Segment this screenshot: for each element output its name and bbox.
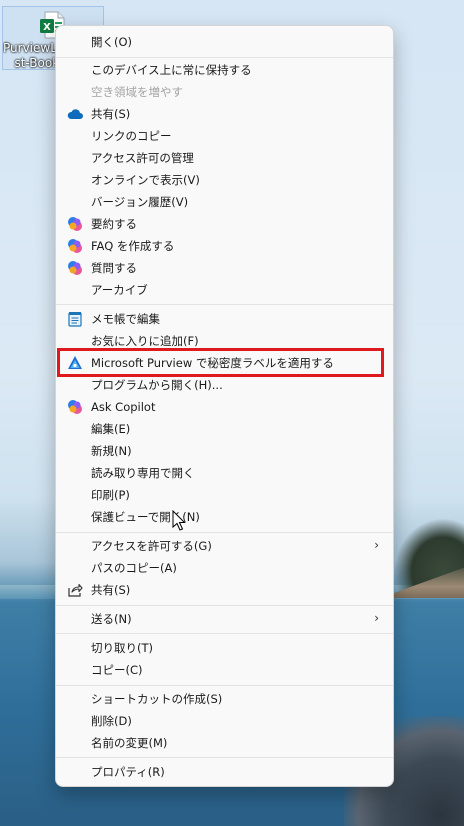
menu-item-copy-path[interactable]: パスのコピー(A) bbox=[60, 557, 389, 579]
menu-item-onedrive-share[interactable]: 共有(S) bbox=[60, 103, 389, 125]
menu-item-label: 印刷(P) bbox=[91, 488, 130, 502]
menu-item-give-access[interactable]: アクセスを許可する(G) › bbox=[60, 535, 389, 557]
menu-item-label: アーカイブ bbox=[91, 283, 148, 297]
menu-item-new[interactable]: 新規(N) bbox=[60, 440, 389, 462]
menu-separator bbox=[56, 532, 393, 533]
menu-item-label: 共有(S) bbox=[91, 583, 131, 597]
menu-item-label: Microsoft Purview で秘密度ラベルを適用する bbox=[91, 356, 334, 370]
menu-item-open-protected-view[interactable]: 保護ビューで開く(N) bbox=[60, 506, 389, 528]
menu-item-label: FAQ を作成する bbox=[91, 239, 175, 253]
menu-item-label: 送る(N) bbox=[91, 612, 132, 626]
menu-item-open-with[interactable]: プログラムから開く(H)... bbox=[60, 374, 389, 396]
menu-item-manage-access[interactable]: アクセス許可の管理 bbox=[60, 147, 389, 169]
menu-item-label: 要約する bbox=[91, 217, 137, 231]
menu-item-add-favorites[interactable]: お気に入りに追加(F) bbox=[60, 330, 389, 352]
menu-item-label: 新規(N) bbox=[91, 444, 132, 458]
copilot-icon bbox=[67, 238, 83, 254]
purview-icon bbox=[67, 355, 83, 371]
menu-item-label: アクセス許可の管理 bbox=[91, 151, 194, 165]
menu-item-label: Ask Copilot bbox=[91, 400, 156, 414]
menu-item-label: アクセスを許可する(G) bbox=[91, 539, 212, 553]
menu-item-cut[interactable]: 切り取り(T) bbox=[60, 637, 389, 659]
menu-item-label: バージョン履歴(V) bbox=[91, 195, 189, 209]
menu-item-create-faq[interactable]: FAQ を作成する bbox=[60, 235, 389, 257]
menu-separator bbox=[56, 685, 393, 686]
menu-item-label: 削除(D) bbox=[91, 714, 132, 728]
menu-item-version-history[interactable]: バージョン履歴(V) bbox=[60, 191, 389, 213]
menu-item-label: 空き領域を増やす bbox=[91, 85, 183, 99]
menu-item-label: 名前の変更(M) bbox=[91, 736, 168, 750]
menu-item-summarize[interactable]: 要約する bbox=[60, 213, 389, 235]
copilot-icon bbox=[67, 216, 83, 232]
menu-item-edit-notepad[interactable]: メモ帳で編集 bbox=[60, 308, 389, 330]
mouse-pointer-icon bbox=[172, 510, 186, 531]
menu-item-label: お気に入りに追加(F) bbox=[91, 334, 199, 348]
menu-item-label: オンラインで表示(V) bbox=[91, 173, 200, 187]
menu-item-purview-label[interactable]: Microsoft Purview で秘密度ラベルを適用する bbox=[60, 352, 389, 374]
menu-separator bbox=[56, 605, 393, 606]
menu-separator bbox=[56, 633, 393, 634]
notepad-icon bbox=[67, 311, 83, 327]
menu-item-rename[interactable]: 名前の変更(M) bbox=[60, 732, 389, 754]
menu-item-label: メモ帳で編集 bbox=[91, 312, 160, 326]
menu-item-copy[interactable]: コピー(C) bbox=[60, 659, 389, 681]
copilot-icon bbox=[67, 260, 83, 276]
menu-item-label: 切り取り(T) bbox=[91, 641, 153, 655]
menu-item-view-online[interactable]: オンラインで表示(V) bbox=[60, 169, 389, 191]
menu-item-print[interactable]: 印刷(P) bbox=[60, 484, 389, 506]
menu-item-ask-question[interactable]: 質問する bbox=[60, 257, 389, 279]
menu-item-create-shortcut[interactable]: ショートカットの作成(S) bbox=[60, 688, 389, 710]
chevron-right-icon: › bbox=[374, 611, 379, 625]
menu-item-label: リンクのコピー bbox=[91, 129, 172, 143]
menu-item-label: このデバイス上に常に保持する bbox=[91, 63, 252, 77]
menu-separator bbox=[56, 304, 393, 305]
menu-item-label: コピー(C) bbox=[91, 663, 143, 677]
copilot-icon bbox=[67, 399, 83, 415]
menu-item-always-keep[interactable]: このデバイス上に常に保持する bbox=[60, 59, 389, 81]
menu-item-copy-link[interactable]: リンクのコピー bbox=[60, 125, 389, 147]
menu-item-label: 質問する bbox=[91, 261, 137, 275]
share-icon bbox=[67, 582, 83, 598]
menu-item-open[interactable]: 開く(O) bbox=[60, 31, 389, 53]
menu-item-label: プログラムから開く(H)... bbox=[91, 378, 223, 392]
chevron-right-icon: › bbox=[374, 538, 379, 552]
onedrive-cloud-icon bbox=[67, 106, 83, 122]
menu-item-send-to[interactable]: 送る(N) › bbox=[60, 608, 389, 630]
menu-item-delete[interactable]: 削除(D) bbox=[60, 710, 389, 732]
menu-item-free-space: 空き領域を増やす bbox=[60, 81, 389, 103]
menu-item-ask-copilot[interactable]: Ask Copilot bbox=[60, 396, 389, 418]
menu-item-archive[interactable]: アーカイブ bbox=[60, 279, 389, 301]
menu-item-share[interactable]: 共有(S) bbox=[60, 579, 389, 601]
menu-separator bbox=[56, 757, 393, 758]
menu-item-label: 共有(S) bbox=[91, 107, 131, 121]
menu-item-open-readonly[interactable]: 読み取り専用で開く bbox=[60, 462, 389, 484]
menu-item-label: プロパティ(R) bbox=[91, 765, 165, 779]
menu-separator bbox=[56, 57, 393, 58]
context-menu: 開く(O) このデバイス上に常に保持する 空き領域を増やす 共有(S) リンクの… bbox=[55, 25, 394, 787]
menu-item-label: 編集(E) bbox=[91, 422, 131, 436]
menu-item-properties[interactable]: プロパティ(R) bbox=[60, 761, 389, 783]
menu-item-label: 開く(O) bbox=[91, 35, 133, 49]
menu-item-label: ショートカットの作成(S) bbox=[91, 692, 223, 706]
menu-item-edit[interactable]: 編集(E) bbox=[60, 418, 389, 440]
menu-item-label: 読み取り専用で開く bbox=[91, 466, 195, 480]
svg-text:X: X bbox=[43, 22, 51, 33]
menu-item-label: パスのコピー(A) bbox=[91, 561, 177, 575]
